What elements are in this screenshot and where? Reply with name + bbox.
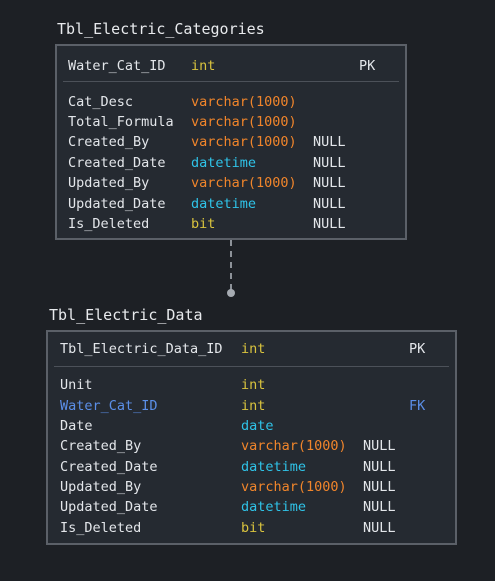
table-row[interactable]: Updated_By varchar(1000) NULL (57, 173, 405, 193)
table-row-fk[interactable]: Water_Cat_ID int FK (48, 396, 455, 416)
relationship-line[interactable] (230, 240, 232, 290)
null-label: NULL (363, 499, 396, 515)
null-label: NULL (313, 216, 346, 232)
column-type: int (241, 377, 266, 393)
column-name: Water_Cat_ID (60, 398, 158, 414)
pk-label: PK (409, 341, 426, 357)
null-label: NULL (363, 479, 396, 495)
column-name: Cat_Desc (68, 94, 134, 110)
column-type: datetime (191, 196, 257, 212)
column-name: Updated_Date (68, 196, 166, 212)
table-row[interactable]: Updated_Date datetime NULL (48, 497, 455, 517)
column-name: Updated_By (60, 479, 142, 495)
column-name: Date (60, 418, 93, 434)
column-type: varchar(1000) (241, 479, 347, 495)
column-name: Updated_Date (60, 499, 158, 515)
null-label: NULL (363, 438, 396, 454)
column-type: datetime (191, 155, 257, 171)
table-title-data: Tbl_Electric_Data (49, 306, 203, 324)
null-label: NULL (313, 175, 346, 191)
null-label: NULL (363, 520, 396, 536)
column-name: Total_Formula (68, 114, 174, 130)
column-name: Created_By (60, 438, 142, 454)
column-name: Water_Cat_ID (68, 58, 166, 74)
table-row[interactable]: Unit int (48, 375, 455, 395)
column-type: varchar(1000) (191, 134, 297, 150)
table-categories[interactable]: Water_Cat_ID int PK Cat_Desc varchar(100… (55, 44, 407, 240)
column-type: varchar(1000) (191, 114, 297, 130)
null-label: NULL (313, 196, 346, 212)
table-row[interactable]: Updated_By varchar(1000) NULL (48, 477, 455, 497)
table-data[interactable]: Tbl_Electric_Data_ID int PK Unit int Wat… (46, 330, 457, 545)
table-row[interactable]: Total_Formula varchar(1000) (57, 112, 405, 132)
column-type: bit (241, 520, 266, 536)
pk-label: PK (359, 58, 376, 74)
table-row[interactable]: Cat_Desc varchar(1000) (57, 92, 405, 112)
table-row[interactable]: Created_By varchar(1000) NULL (57, 132, 405, 152)
column-type: int (191, 58, 216, 74)
column-type: int (241, 341, 266, 357)
header-divider (63, 81, 399, 82)
fk-label: FK (409, 398, 426, 414)
column-type: varchar(1000) (191, 94, 297, 110)
pk-row[interactable]: Tbl_Electric_Data_ID int PK (48, 339, 455, 359)
table-row[interactable]: Updated_Date datetime NULL (57, 194, 405, 214)
column-type: datetime (241, 499, 307, 515)
column-name: Is_Deleted (68, 216, 150, 232)
column-type: date (241, 418, 274, 434)
table-row[interactable]: Created_Date datetime NULL (57, 153, 405, 173)
column-name: Updated_By (68, 175, 150, 191)
column-name: Created_Date (60, 459, 158, 475)
null-label: NULL (313, 155, 346, 171)
header-divider (54, 366, 449, 367)
null-label: NULL (363, 459, 396, 475)
table-row[interactable]: Date date (48, 416, 455, 436)
table-row[interactable]: Created_Date datetime NULL (48, 457, 455, 477)
table-row[interactable]: Is_Deleted bit NULL (48, 518, 455, 538)
table-title-categories: Tbl_Electric_Categories (57, 20, 265, 38)
column-type: varchar(1000) (191, 175, 297, 191)
table-row[interactable]: Is_Deleted bit NULL (57, 214, 405, 234)
column-type: int (241, 398, 266, 414)
column-name: Unit (60, 377, 93, 393)
column-name: Created_Date (68, 155, 166, 171)
null-label: NULL (313, 134, 346, 150)
column-type: datetime (241, 459, 307, 475)
pk-row[interactable]: Water_Cat_ID int PK (57, 56, 405, 76)
column-type: bit (191, 216, 216, 232)
table-row[interactable]: Created_By varchar(1000) NULL (48, 436, 455, 456)
relationship-endpoint[interactable] (227, 289, 235, 297)
column-name: Created_By (68, 134, 150, 150)
column-name: Is_Deleted (60, 520, 142, 536)
column-name: Tbl_Electric_Data_ID (60, 341, 223, 357)
column-type: varchar(1000) (241, 438, 347, 454)
